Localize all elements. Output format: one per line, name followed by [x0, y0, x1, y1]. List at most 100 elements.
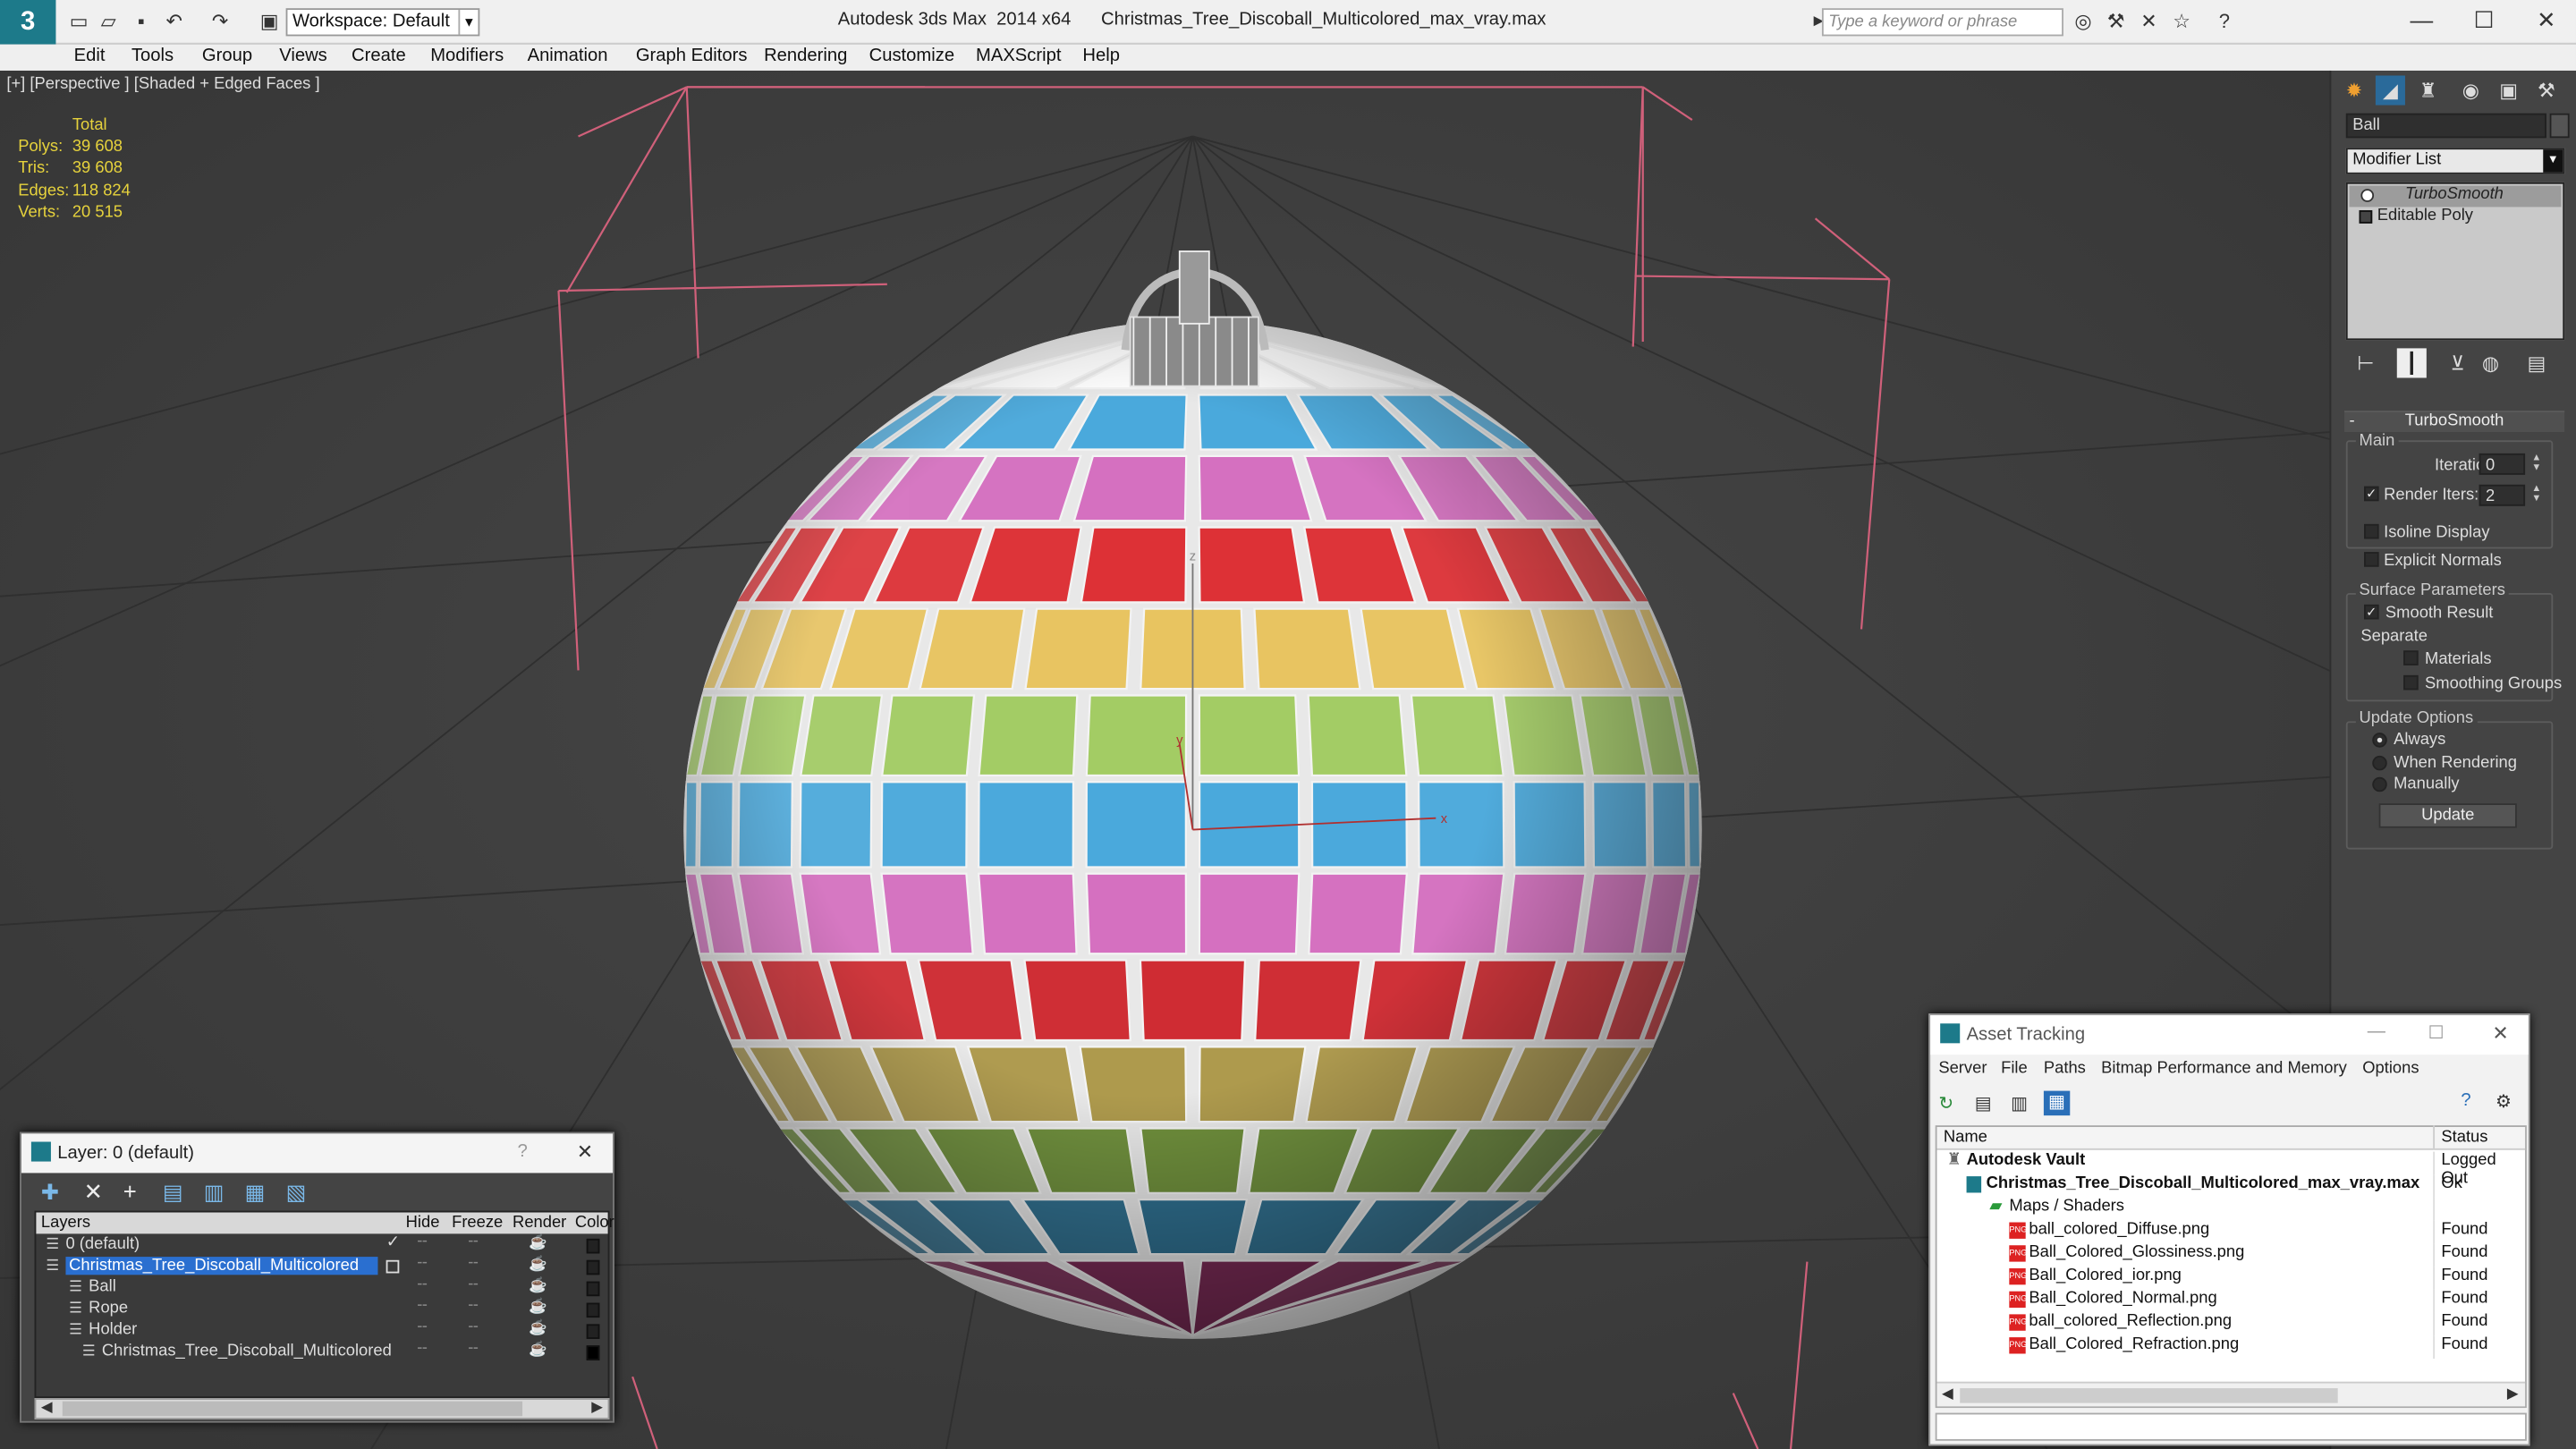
layer-name[interactable]: Christmas_Tree_Discoball_Multicolored — [102, 1343, 392, 1360]
show-end-result-icon[interactable]: ┃ — [2396, 348, 2427, 378]
turbosmooth-rollout-header[interactable]: - TurboSmooth — [2344, 411, 2565, 433]
layer-name[interactable]: Rope — [89, 1300, 128, 1318]
asset-row[interactable]: Christmas_Tree_Discoball_Multicolored_ma… — [1937, 1174, 2526, 1198]
render-iters-checkbox[interactable]: ✓ — [2364, 486, 2379, 502]
asset-row[interactable]: PNG Ball_Colored_Glossiness.png Found — [1937, 1243, 2526, 1267]
menu-bitmap-performance[interactable]: Bitmap Performance and Memory — [2101, 1060, 2347, 1078]
help-icon[interactable]: ? — [2461, 1091, 2470, 1111]
hide-toggle[interactable]: ╌ — [418, 1341, 428, 1359]
freeze-toggle[interactable]: ╌ — [468, 1341, 478, 1359]
layer-row[interactable]: ☰ Holder ╌ ╌ ☕ — [36, 1319, 601, 1343]
col-status[interactable]: Status — [2441, 1129, 2487, 1147]
asset-titlebar[interactable]: Asset Tracking — ☐ ✕ — [1930, 1015, 2529, 1055]
smoothing-groups-checkbox[interactable] — [2403, 674, 2419, 691]
layer-color-swatch[interactable] — [586, 1324, 600, 1339]
explicit-normals-checkbox[interactable] — [2364, 552, 2379, 567]
menu-customize[interactable]: Customize — [869, 46, 954, 65]
delete-layer-icon[interactable]: ✕ — [84, 1178, 104, 1206]
open-file-icon[interactable]: ▱ — [96, 10, 122, 33]
iterations-spinner[interactable]: 0 — [2479, 453, 2526, 475]
table-view-icon[interactable]: ▦ — [2043, 1090, 2071, 1116]
manually-radio[interactable] — [2372, 776, 2387, 792]
layer-name[interactable]: Ball — [89, 1278, 116, 1296]
layer-color-swatch[interactable] — [586, 1238, 600, 1254]
menu-server[interactable]: Server — [1938, 1060, 1987, 1078]
col-freeze[interactable]: Freeze — [452, 1214, 503, 1232]
object-color-swatch[interactable] — [2549, 113, 2570, 139]
layer-row[interactable]: ☰ Christmas_Tree_Discoball_Multicolored ╌ ╌… — [36, 1341, 601, 1364]
viewport-label[interactable]: [+] [Perspective ] [Shaded + Edged Faces… — [6, 75, 319, 93]
layer-name[interactable]: Christmas_Tree_Discoball_Multicolored — [65, 1257, 378, 1275]
minimize-icon[interactable]: — — [2368, 1021, 2385, 1041]
hide-toggle[interactable]: ╌ — [418, 1319, 428, 1337]
col-name[interactable]: Name — [1944, 1129, 1987, 1147]
render-teapot-icon[interactable]: ☕ — [529, 1255, 547, 1273]
layer-scrollbar[interactable]: ◀ ▶ — [34, 1398, 610, 1419]
asset-row[interactable]: PNG Ball_Colored_Refraction.png Found — [1937, 1335, 2526, 1359]
asset-row[interactable]: PNG Ball_Colored_Normal.png Found — [1937, 1289, 2526, 1313]
menu-modifiers[interactable]: Modifiers — [430, 46, 504, 65]
freeze-toggle[interactable]: ╌ — [468, 1276, 478, 1294]
close-icon[interactable]: ✕ — [577, 1140, 593, 1164]
layer-row[interactable]: ☰ Christmas_Tree_Discoball_Multicolored ╌ ╌… — [36, 1255, 601, 1278]
freeze-toggle[interactable]: ╌ — [468, 1298, 478, 1316]
add-to-layer-icon[interactable]: + — [123, 1178, 137, 1204]
redo-icon[interactable]: ↷ — [207, 10, 233, 33]
object-name-field[interactable]: Ball — [2345, 113, 2546, 139]
add-selection-icon[interactable] — [386, 1259, 400, 1274]
hide-toggle[interactable]: ╌ — [418, 1298, 428, 1316]
layer-color-swatch[interactable] — [586, 1345, 600, 1360]
menu-graph-editors[interactable]: Graph Editors — [636, 46, 748, 65]
close-icon[interactable]: ✕ — [2492, 1021, 2508, 1045]
isoline-display-checkbox[interactable] — [2364, 523, 2379, 539]
menu-rendering[interactable]: Rendering — [764, 46, 847, 65]
utilities-tab-icon[interactable]: ⚒ — [2531, 75, 2561, 105]
scroll-left-icon[interactable]: ◀ — [1942, 1385, 1953, 1402]
spinner-arrows-icon[interactable]: ▲ ▼ — [2531, 485, 2545, 506]
hide-toggle[interactable]: ╌ — [418, 1233, 428, 1251]
project-folder-icon[interactable]: ▣ — [257, 10, 283, 33]
new-file-icon[interactable]: ▭ — [65, 10, 91, 33]
layer-row[interactable]: ☰ 0 (default) ✓ ╌ ╌ ☕ — [36, 1233, 601, 1257]
scroll-right-icon[interactable]: ▶ — [2507, 1385, 2519, 1402]
help-icon[interactable]: ? — [518, 1142, 528, 1162]
tree-view-icon[interactable]: ▥ — [2011, 1092, 2028, 1114]
asset-row[interactable]: PNG ball_colored_Reflection.png Found — [1937, 1312, 2526, 1336]
smooth-result-checkbox[interactable]: ✓ — [2364, 604, 2379, 620]
minimize-icon[interactable]: — — [2392, 4, 2451, 37]
menu-create[interactable]: Create — [352, 46, 406, 65]
select-objects-icon[interactable]: ▤ — [163, 1180, 183, 1206]
undo-icon[interactable]: ↶ — [161, 10, 187, 33]
col-color[interactable]: Color — [575, 1214, 614, 1232]
maximize-icon[interactable]: ☐ — [2454, 4, 2513, 37]
menu-views[interactable]: Views — [279, 46, 327, 65]
freeze-toggle[interactable]: ╌ — [468, 1233, 478, 1251]
layer-color-swatch[interactable] — [586, 1302, 600, 1318]
asset-row[interactable]: PNG ball_colored_Diffuse.png Found — [1937, 1220, 2526, 1244]
menu-tools[interactable]: Tools — [131, 46, 174, 65]
help-icon[interactable]: ? — [2211, 10, 2237, 33]
lightbulb-icon[interactable] — [2360, 189, 2375, 202]
menu-file[interactable]: File — [2001, 1060, 2028, 1078]
render-teapot-icon[interactable]: ☕ — [529, 1341, 547, 1359]
layer-color-swatch[interactable] — [586, 1281, 600, 1297]
binoculars-icon[interactable]: ◎ — [2070, 10, 2096, 33]
search-input[interactable]: Type a keyword or phrase — [1821, 8, 2063, 37]
hide-toggle[interactable]: ╌ — [418, 1255, 428, 1273]
subscription-icon[interactable]: ⚒ — [2103, 10, 2129, 33]
menu-animation[interactable]: Animation — [528, 46, 608, 65]
menu-group[interactable]: Group — [202, 46, 252, 65]
modify-tab-icon[interactable]: ◢ — [2375, 75, 2405, 106]
workspace-dropdown[interactable]: Workspace: Default ▼ — [285, 8, 480, 37]
pin-stack-icon[interactable]: ⊢ — [2351, 348, 2380, 377]
layer-name[interactable]: Holder — [89, 1321, 137, 1339]
spinner-arrows-icon[interactable]: ▲ ▼ — [2531, 453, 2545, 475]
menu-options[interactable]: Options — [2362, 1060, 2419, 1078]
render-teapot-icon[interactable]: ☕ — [529, 1276, 547, 1294]
layer-color-swatch[interactable] — [586, 1259, 600, 1275]
make-unique-icon[interactable]: ⊻ — [2443, 348, 2472, 377]
menu-help[interactable]: Help — [1082, 46, 1120, 65]
hide-toggle[interactable]: ╌ — [418, 1276, 428, 1294]
menu-maxscript[interactable]: MAXScript — [976, 46, 1061, 65]
col-layers[interactable]: Layers — [41, 1214, 90, 1232]
